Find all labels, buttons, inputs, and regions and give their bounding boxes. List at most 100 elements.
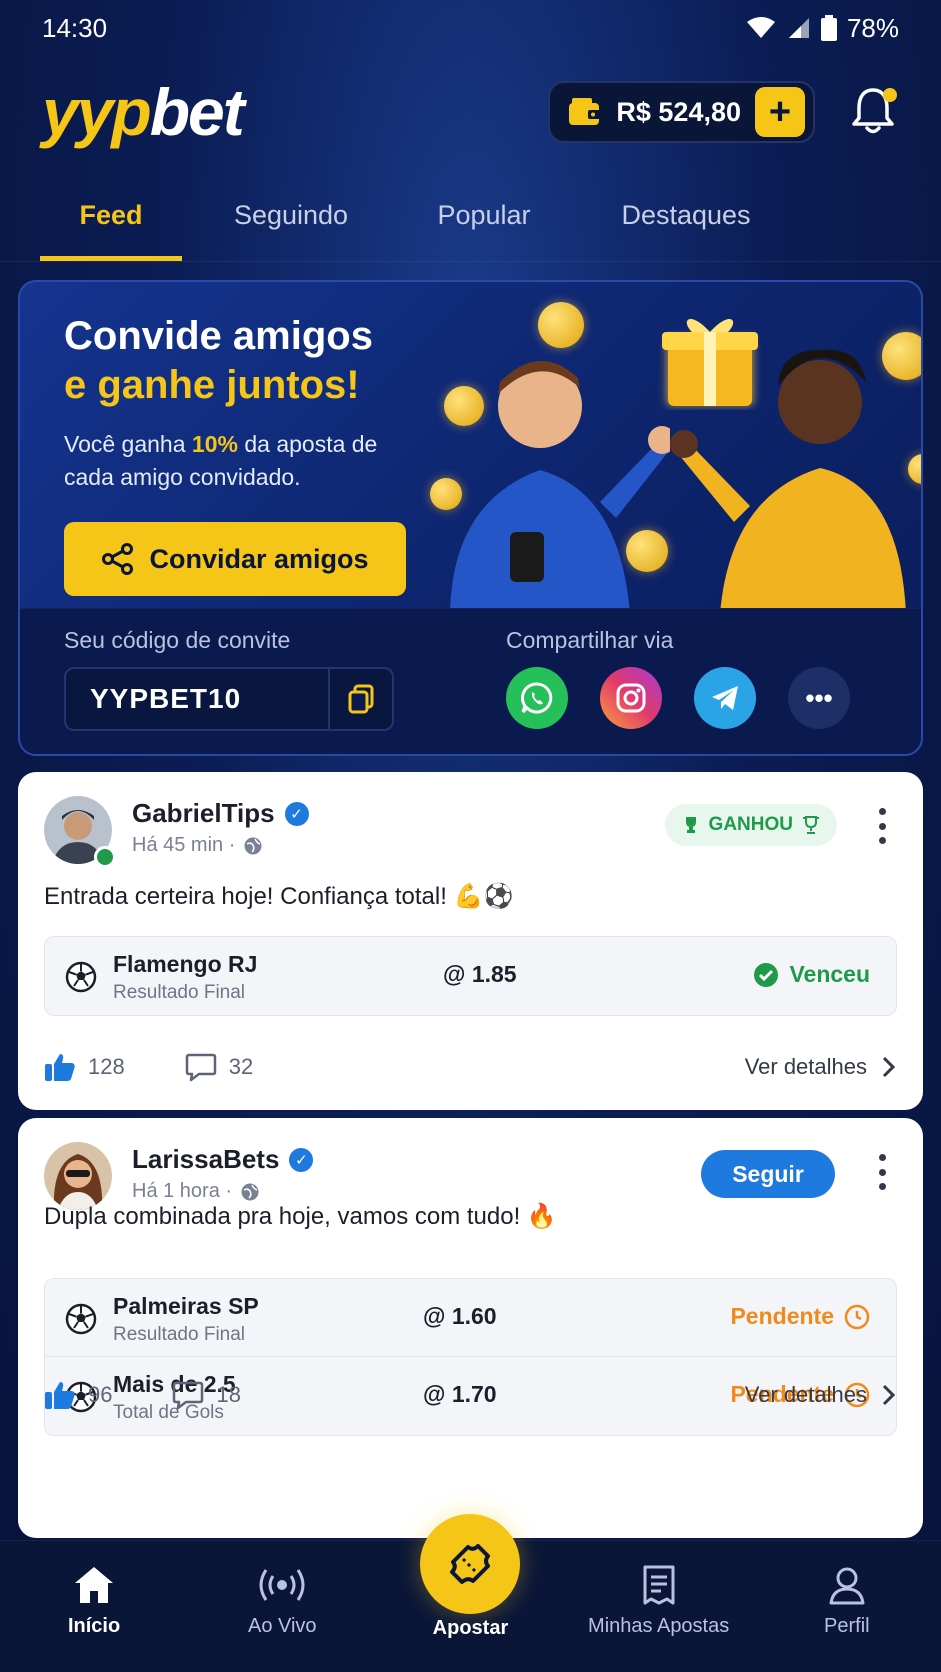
post-author[interactable]: GabrielTips ✓	[132, 798, 309, 829]
trophy-icon	[685, 817, 696, 833]
post-menu-button[interactable]	[877, 1154, 887, 1190]
like-button[interactable]: 96	[44, 1380, 112, 1410]
bet-team: Flamengo RJ	[113, 951, 258, 977]
notifications-button[interactable]	[851, 86, 899, 138]
post-meta: Há 1 hora ·	[132, 1180, 260, 1203]
friend-yellow-figure	[670, 349, 906, 614]
wifi-icon	[746, 17, 775, 38]
nav-inicio[interactable]: Início	[9, 1563, 179, 1672]
soccer-ball-icon	[65, 961, 97, 993]
feed-post: GabrielTips ✓ Há 45 min · GANHOU Entrada …	[18, 772, 923, 1110]
nav-perfil[interactable]: Perfil	[762, 1563, 932, 1672]
comment-button[interactable]: 18	[172, 1380, 241, 1410]
chevron-right-icon	[882, 1056, 896, 1078]
bet-odd: @ 1.60	[423, 1303, 497, 1329]
status-bar: 14:30 78%	[0, 0, 941, 56]
share-whatsapp-button[interactable]	[506, 667, 568, 729]
bet-selection: Palmeiras SP Resultado Final @ 1.60 Pend…	[45, 1279, 896, 1357]
invite-friends-label: Convidar amigos	[149, 543, 369, 574]
bet-odd: @ 1.85	[443, 961, 517, 987]
promo-subtitle: Você ganha 10% da aposta de cada amigo c…	[64, 431, 378, 490]
wallet-icon	[569, 98, 602, 125]
post-text: Dupla combinada pra hoje, vamos com tudo…	[44, 1203, 557, 1230]
post-text: Entrada certeira hoje! Confiança total! …	[44, 883, 514, 910]
telegram-icon	[712, 686, 738, 710]
avatar[interactable]	[44, 1142, 112, 1210]
bet-slip[interactable]: Flamengo RJ Resultado Final @ 1.85 Vence…	[44, 936, 897, 1016]
bet-team: Palmeiras SP	[113, 1293, 259, 1319]
balance-amount: R$ 524,80	[616, 96, 741, 127]
tab-feed[interactable]: Feed	[40, 180, 182, 261]
share-telegram-button[interactable]	[694, 667, 756, 729]
post-author[interactable]: LarissaBets ✓	[132, 1144, 314, 1175]
share-instagram-button[interactable]	[600, 667, 662, 729]
check-circle-icon	[754, 962, 779, 987]
post-menu-button[interactable]	[877, 808, 887, 844]
verified-icon: ✓	[289, 1147, 314, 1172]
tab-destaques[interactable]: Destaques	[568, 180, 804, 261]
share-via-label: Compartilhar via	[506, 627, 674, 653]
online-indicator	[94, 846, 116, 868]
post-actions: 128 32 Ver detalhes	[44, 1052, 897, 1082]
whatsapp-icon	[521, 682, 553, 714]
bet-selection: Flamengo RJ Resultado Final @ 1.85 Vence…	[45, 937, 896, 1015]
signal-icon	[788, 18, 809, 38]
comment-icon	[173, 1381, 204, 1410]
comment-icon	[185, 1053, 216, 1082]
follow-button[interactable]: Seguir	[701, 1150, 835, 1198]
feed-tabs: Feed Seguindo Popular Destaques	[0, 180, 941, 262]
verified-icon: ✓	[284, 801, 309, 826]
like-count: 96	[88, 1382, 113, 1407]
share-icon	[102, 543, 134, 575]
share-more-button[interactable]: •••	[788, 667, 850, 729]
user-icon	[829, 1567, 865, 1605]
friends-illustration	[420, 282, 921, 614]
notification-dot	[883, 88, 897, 102]
invite-friends-button[interactable]: Convidar amigos	[64, 522, 406, 596]
won-badge: GANHOU	[664, 804, 837, 846]
post-meta: Há 45 min ·	[132, 834, 263, 857]
soccer-ball-icon	[65, 1303, 97, 1335]
bet-status: Venceu	[753, 961, 870, 988]
invite-promo-card: Convide amigos e ganhe juntos! Você ganha…	[18, 280, 923, 756]
nav-ao-vivo[interactable]: Ao Vivo	[197, 1563, 367, 1672]
trophy-outline-icon	[803, 816, 819, 834]
comment-button[interactable]: 32	[185, 1052, 253, 1082]
bet-market: Resultado Final	[113, 1324, 246, 1345]
status-time: 14:30	[42, 12, 108, 43]
thumbs-up-icon	[45, 1382, 75, 1409]
wallet-balance[interactable]: R$ 524,80 +	[548, 81, 815, 143]
thumbs-up-icon	[45, 1054, 75, 1081]
globe-icon	[241, 1183, 259, 1200]
battery-percent: 78%	[846, 12, 899, 43]
add-funds-button[interactable]: +	[755, 87, 805, 137]
like-button[interactable]: 128	[44, 1052, 125, 1082]
app-header: yypbet R$ 524,80 +	[0, 72, 941, 152]
globe-icon	[244, 837, 262, 854]
instagram-icon	[616, 683, 646, 713]
nav-minhas-apostas[interactable]: Minhas Apostas	[574, 1563, 744, 1672]
copy-code-button[interactable]	[328, 669, 392, 729]
ticket-icon	[450, 1544, 490, 1584]
tab-seguindo[interactable]: Seguindo	[182, 180, 400, 261]
view-details-link[interactable]: Ver detalhes	[745, 1054, 897, 1080]
post-actions: 96 18 Ver detalhes	[44, 1380, 897, 1410]
home-icon	[75, 1567, 114, 1603]
comment-count: 18	[216, 1382, 241, 1407]
place-bet-button[interactable]	[420, 1514, 520, 1614]
copy-icon	[348, 684, 374, 714]
invite-code-label: Seu código de convite	[64, 627, 291, 653]
receipt-icon	[643, 1565, 675, 1605]
view-details-link[interactable]: Ver detalhes	[745, 1382, 897, 1408]
invite-code-value: YYPBET10	[90, 683, 242, 714]
share-options: •••	[506, 667, 850, 729]
friend-blue-figure	[450, 360, 670, 614]
bet-slip[interactable]: Palmeiras SP Resultado Final @ 1.60 Pend…	[44, 1278, 897, 1436]
bet-status: Pendente	[730, 1303, 870, 1330]
battery-icon	[820, 15, 837, 41]
tab-popular[interactable]: Popular	[400, 180, 568, 261]
invite-code-section: Seu código de convite YYPBET10 Compartil…	[20, 608, 921, 754]
chevron-right-icon	[882, 1384, 896, 1406]
feed-post: LarissaBets ✓ Há 1 hora · Seguir Dupla co…	[18, 1118, 923, 1538]
promo-title: Convide amigos e ganhe juntos!	[64, 314, 373, 407]
